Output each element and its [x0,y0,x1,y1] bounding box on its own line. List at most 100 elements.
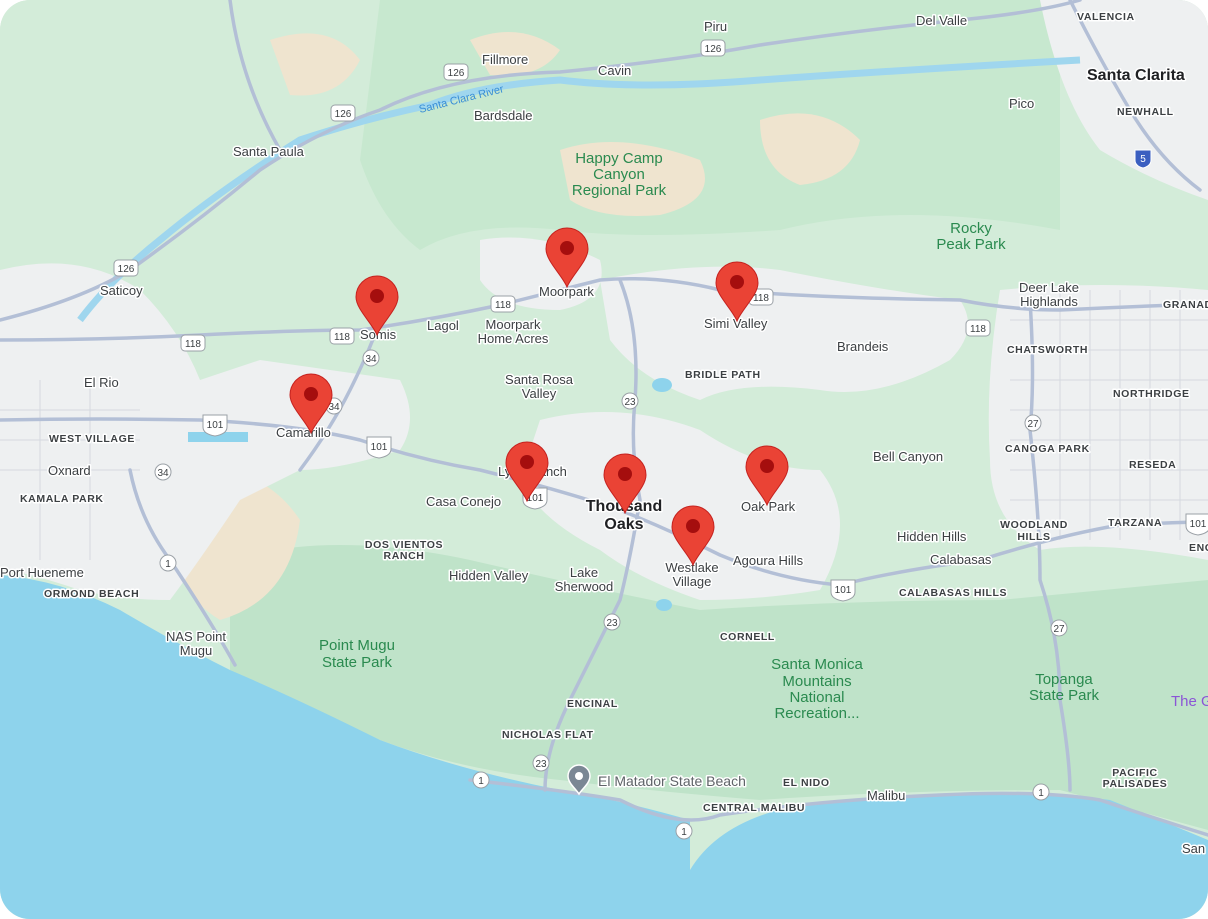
svg-text:Valley: Valley [522,386,557,401]
pin-center [304,387,318,401]
svg-text:Peak Park: Peak Park [936,236,1006,253]
svg-text:101: 101 [207,420,224,431]
label-el-rio: El Rio [84,375,119,390]
svg-text:Mugu: Mugu [180,643,213,658]
svg-text:23: 23 [535,759,547,770]
label-camarillo: Camarillo [276,425,331,440]
label-newhall: NEWHALL [1117,106,1174,118]
label-pico: Pico [1009,96,1034,111]
svg-text:1: 1 [478,776,484,787]
svg-text:126: 126 [335,109,352,120]
label-the-g: The G [1171,693,1208,710]
label-saticoy: Saticoy [100,283,143,298]
label-enc: ENC [1189,542,1208,554]
svg-text:HILLS: HILLS [1017,531,1050,543]
label-calabasas: Calabasas [930,552,992,567]
svg-text:Regional Park: Regional Park [572,182,667,199]
label-ormond-beach: ORMOND BEACH [44,588,139,600]
svg-text:126: 126 [705,44,722,55]
label-granada: GRANAD [1163,299,1208,311]
svg-text:101: 101 [835,585,852,596]
svg-text:126: 126 [448,68,465,79]
svg-text:State Park: State Park [1029,687,1100,704]
label-santa-clarita: Santa Clarita [1087,67,1185,84]
label-valencia: VALENCIA [1077,11,1135,23]
label-del-valle: Del Valle [916,13,967,28]
label-cavin: Cavin [598,63,631,78]
svg-text:27: 27 [1053,624,1065,635]
svg-text:1: 1 [1038,788,1044,799]
svg-text:27: 27 [1027,419,1039,430]
label-reseda: RESEDA [1129,459,1176,471]
label-hidden-hills: Hidden Hills [897,529,967,544]
svg-text:State Park: State Park [322,654,393,671]
pin-center [618,467,632,481]
label-nas-point-mugu: NAS Point [166,629,226,644]
svg-text:Mountains: Mountains [782,673,851,690]
svg-text:PALISADES: PALISADES [1103,778,1168,790]
svg-text:126: 126 [118,264,135,275]
label-chatsworth: CHATSWORTH [1007,344,1088,356]
svg-text:Oaks: Oaks [604,516,643,533]
svg-text:118: 118 [185,339,201,350]
label-calabasas-hills: CALABASAS HILLS [899,587,1007,599]
svg-text:23: 23 [624,397,636,408]
label-malibu: Malibu [867,788,905,803]
lake [656,599,672,611]
label-lake-sherwood: Lake [570,565,598,580]
label-happy-camp: Happy Camp [575,150,663,167]
label-deer-lake: Deer Lake [1019,280,1079,295]
label-nicholas-flat: NICHOLAS FLAT [502,729,594,741]
lake [652,378,672,392]
label-woodland-hills: WOODLAND [1000,519,1068,531]
pin-center [760,459,774,473]
label-santa-monica-mountains: Santa Monica [771,656,863,673]
label-moorpark-home-acres: Moorpark [486,317,541,332]
label-santa-paula: Santa Paula [233,144,305,159]
pin-center [370,289,384,303]
svg-text:5: 5 [1140,154,1146,165]
label-el-matador-state-beach: El Matador State Beach [598,773,746,789]
svg-text:1: 1 [165,559,171,570]
label-hidden-valley: Hidden Valley [449,568,529,583]
label-central-malibu: CENTRAL MALIBU [703,802,805,814]
label-santa-rosa-valley: Santa Rosa [505,372,574,387]
label-northridge: NORTHRIDGE [1113,388,1190,400]
label-oxnard: Oxnard [48,463,91,478]
label-topanga-state-park: Topanga [1035,671,1093,688]
label-piru: Piru [704,19,727,34]
svg-text:National: National [789,689,844,706]
label-fillmore: Fillmore [482,52,528,67]
svg-text:101: 101 [1190,519,1207,530]
label-el-nido: EL NIDO [783,777,830,789]
label-kamala-park: KAMALA PARK [20,493,104,505]
svg-text:1: 1 [681,827,687,838]
pin-center [730,275,744,289]
label-bell-canyon: Bell Canyon [873,449,943,464]
label-rocky-peak: Rocky [950,220,992,237]
label-bridle-path: BRIDLE PATH [685,369,761,381]
svg-text:Village: Village [673,574,712,589]
label-lagol: Lagol [427,318,459,333]
label-brandeis: Brandeis [837,339,889,354]
pin-center [520,455,534,469]
svg-text:Recreation...: Recreation... [774,705,859,722]
label-canoga-park: CANOGA PARK [1005,443,1090,455]
svg-text:118: 118 [970,324,986,335]
svg-text:Highlands: Highlands [1020,294,1078,309]
mountain-area-north [360,0,1060,250]
svg-text:101: 101 [371,442,388,453]
label-point-mugu-state-park: Point Mugu [319,637,395,654]
map-canvas[interactable]: 126 126 126 126 118 118 118 118 118 34 3… [0,0,1208,919]
label-port-hueneme: Port Hueneme [0,565,84,580]
svg-text:Sherwood: Sherwood [555,579,614,594]
svg-text:34: 34 [157,468,169,479]
svg-text:118: 118 [334,332,350,343]
label-cornell: CORNELL [720,631,775,643]
label-casa-conejo: Casa Conejo [426,494,501,509]
label-agoura-hills: Agoura Hills [733,553,804,568]
svg-text:Canyon: Canyon [593,166,645,183]
svg-text:118: 118 [753,293,769,304]
pin-center [560,241,574,255]
svg-text:118: 118 [495,300,511,311]
